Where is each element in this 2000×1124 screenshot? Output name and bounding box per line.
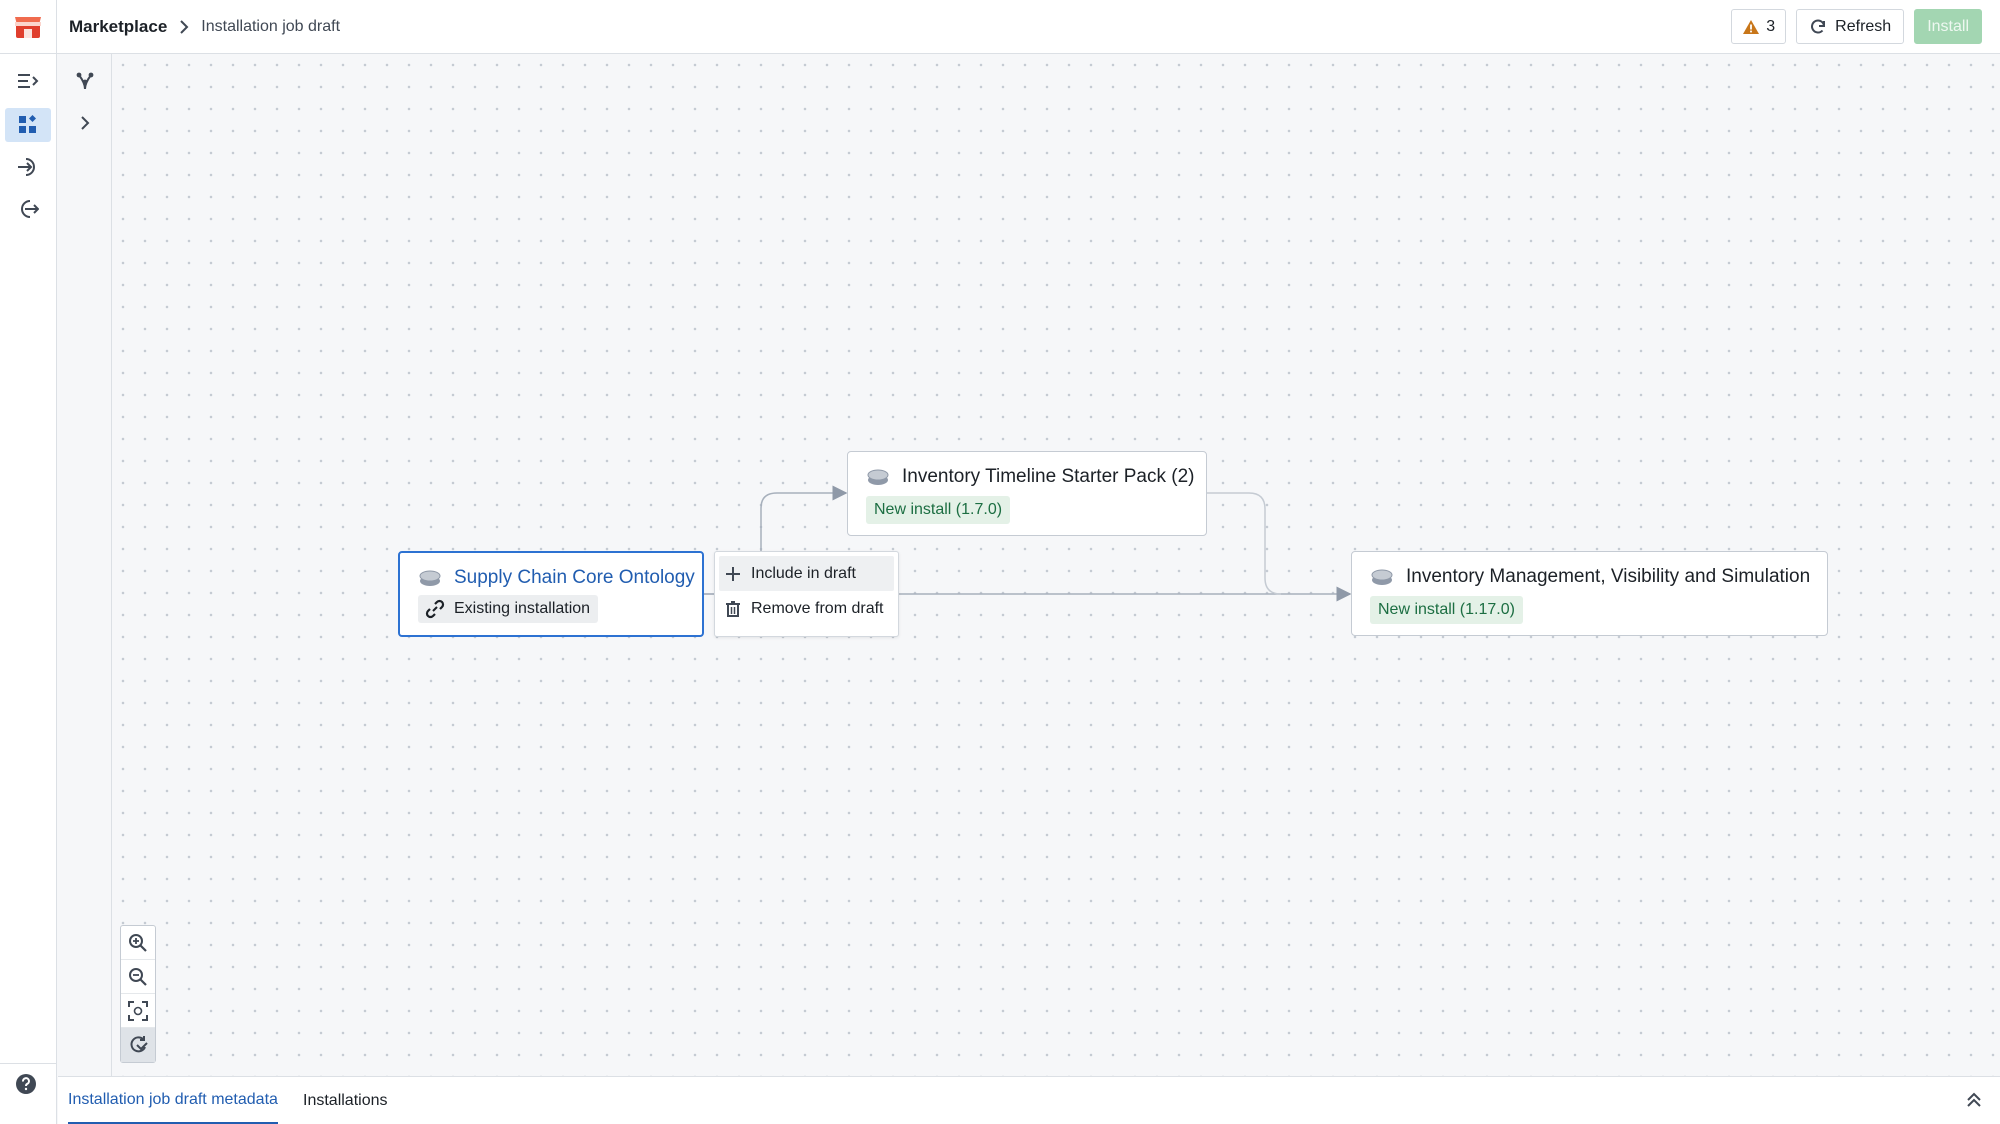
install-label: Install	[1927, 17, 1969, 35]
outputs-button[interactable]	[5, 192, 51, 226]
expand-panel-button[interactable]	[70, 108, 100, 138]
zoom-out-button[interactable]	[121, 960, 155, 994]
dashboard-icon	[19, 115, 36, 133]
refresh-icon	[1811, 19, 1826, 33]
plus-icon	[726, 566, 740, 581]
chevron-right-icon	[179, 19, 189, 34]
zoom-in-button[interactable]	[121, 926, 155, 960]
existing-installation-tag: Existing installation	[418, 595, 599, 623]
node-inventory-management[interactable]: Inventory Management, Visibility and Sim…	[1351, 551, 1828, 636]
warnings-button[interactable]: 3	[1731, 9, 1787, 44]
node-context-menu: Include in draft Remove from draft	[714, 551, 899, 637]
package-icon	[419, 570, 441, 586]
install-button[interactable]: Install	[1914, 9, 1982, 44]
new-install-tag: New install (1.17.0)	[1370, 596, 1523, 624]
warning-icon	[1743, 19, 1760, 34]
tab-installation-job-draft-metadata[interactable]: Installation job draft metadata	[68, 1077, 278, 1124]
menu-open-icon	[18, 74, 39, 88]
node-title-text: Supply Chain Core Ontology	[454, 567, 695, 588]
tab-installations[interactable]: Installations	[303, 1077, 388, 1124]
package-icon	[1371, 569, 1393, 585]
help-icon	[16, 1074, 36, 1094]
menu-item-label: Remove from draft	[751, 599, 884, 617]
node-inventory-timeline-starter-pack[interactable]: Inventory Timeline Starter Pack (2) New …	[847, 451, 1207, 536]
double-chevron-up-icon	[1967, 1092, 1981, 1107]
include-in-draft-item[interactable]: Include in draft	[719, 556, 894, 591]
inputs-button[interactable]	[5, 150, 51, 184]
dependency-graph-button[interactable]	[70, 66, 100, 96]
breadcrumb: Marketplace Installation job draft	[69, 17, 340, 37]
remove-from-draft-item[interactable]: Remove from draft	[719, 591, 894, 626]
node-title: Inventory Timeline Starter Pack (2)	[866, 466, 1195, 488]
link-icon	[425, 599, 445, 619]
expand-sidebar-button[interactable]	[5, 64, 51, 98]
menu-item-label: Include in draft	[751, 564, 856, 582]
zoom-out-icon	[129, 967, 147, 986]
log-out-icon	[21, 200, 39, 218]
refresh-button[interactable]: Refresh	[1796, 9, 1905, 44]
warning-count: 3	[1766, 17, 1776, 35]
header-actions: 3 Refresh Install	[1731, 9, 1982, 44]
chevron-right-icon	[81, 116, 90, 130]
node-title: Supply Chain Core Ontology	[418, 567, 695, 589]
new-install-tag: New install (1.7.0)	[866, 496, 1011, 524]
secondary-rail	[58, 54, 112, 1076]
log-in-icon	[18, 158, 35, 176]
tag-text: Existing installation	[454, 600, 591, 617]
branch-icon	[76, 72, 94, 90]
trash-icon	[726, 600, 740, 617]
left-rail	[0, 54, 57, 1124]
bottom-panel-tabs: Installation job draft metadata Installa…	[58, 1076, 2000, 1124]
fit-view-button[interactable]	[121, 994, 155, 1028]
expand-panel-button[interactable]	[1964, 1090, 1986, 1112]
store-icon	[15, 16, 41, 38]
help-button[interactable]	[14, 1072, 42, 1100]
node-title-text: Inventory Management, Visibility and Sim…	[1406, 566, 1811, 587]
node-title-text: Inventory Timeline Starter Pack (2)	[902, 466, 1195, 487]
auto-layout-button[interactable]	[121, 1028, 155, 1062]
rail-divider	[0, 1063, 57, 1064]
fit-view-icon	[128, 1000, 148, 1021]
zoom-in-icon	[129, 933, 147, 952]
breadcrumb-current: Installation job draft	[201, 17, 341, 35]
node-supply-chain-core-ontology[interactable]: Supply Chain Core Ontology Existing inst…	[398, 551, 704, 637]
marketplace-logo[interactable]	[0, 0, 57, 54]
auto-layout-icon	[130, 1036, 148, 1053]
refresh-label: Refresh	[1835, 17, 1892, 35]
node-title: Inventory Management, Visibility and Sim…	[1370, 566, 1810, 588]
breadcrumb-marketplace[interactable]: Marketplace	[69, 17, 167, 37]
graph-view-button[interactable]	[5, 108, 51, 142]
app-header: Marketplace Installation job draft 3 Ref…	[0, 0, 2000, 54]
package-icon	[867, 469, 889, 485]
zoom-controls	[120, 925, 156, 1063]
